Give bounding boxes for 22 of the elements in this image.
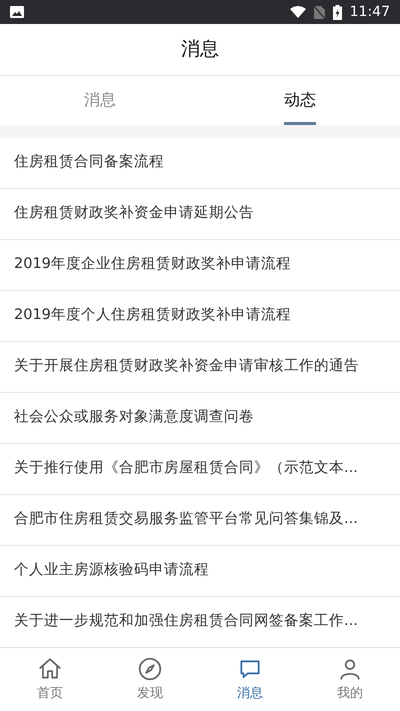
news-item[interactable]: 关于开展住房租赁财政奖补资金申请审核工作的通告 <box>0 342 400 393</box>
news-item[interactable]: 社会公众或服务对象满意度调查问卷 <box>0 393 400 444</box>
nav-tab[interactable]: 消息 <box>200 648 300 711</box>
status-time: 11:47 <box>350 2 390 22</box>
news-item[interactable]: 住房租赁财政奖补资金申请延期公告 <box>0 189 400 240</box>
news-item[interactable]: 2019年度个人住房租赁财政奖补申请流程 <box>0 291 400 342</box>
compass-icon <box>137 656 163 682</box>
tab[interactable]: 消息 <box>0 76 200 125</box>
wifi-icon <box>290 6 306 18</box>
news-item[interactable]: 关于推行使用《合肥市房屋租赁合同》（示范文本... <box>0 444 400 495</box>
tab[interactable]: 动态 <box>200 76 400 125</box>
news-item[interactable]: 住房租赁合同备案流程 <box>0 138 400 189</box>
news-item[interactable]: 2019年度企业住房租赁财政奖补申请流程 <box>0 240 400 291</box>
no-sim-icon <box>314 6 325 18</box>
nav-tab[interactable]: 发现 <box>100 648 200 711</box>
news-item[interactable]: 个人业主房源核验码申请流程 <box>0 546 400 597</box>
battery-charging-icon <box>332 4 342 20</box>
nav-tab[interactable]: 首页 <box>0 648 100 711</box>
page-title: 消息 <box>181 37 219 62</box>
image-icon <box>10 6 24 18</box>
nav-tab[interactable]: 我的 <box>300 648 400 711</box>
news-item[interactable]: 合肥市住房租赁交易服务监管平台常见问答集锦及... <box>0 495 400 546</box>
